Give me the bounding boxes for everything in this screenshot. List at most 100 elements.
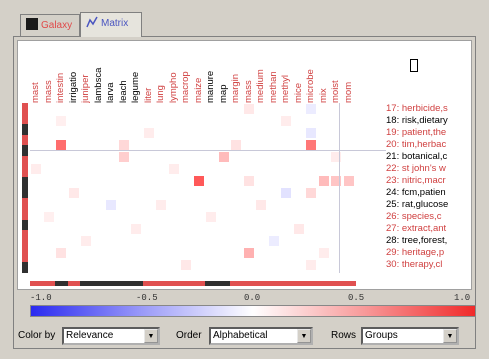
column-label[interactable]: legume xyxy=(131,45,141,103)
matrix-cell[interactable] xyxy=(43,212,54,222)
matrix-cell[interactable] xyxy=(318,176,329,186)
column-label[interactable]: medium xyxy=(256,45,266,103)
color-gradient-bar xyxy=(30,305,476,317)
rows-select[interactable]: Groups ▼ xyxy=(361,327,459,345)
row-group-segment xyxy=(22,134,28,146)
column-label[interactable]: lympho xyxy=(169,45,179,103)
column-group-segment xyxy=(317,281,331,286)
matrix-cell[interactable] xyxy=(293,224,304,234)
matrix-cell[interactable] xyxy=(143,128,154,138)
column-label[interactable]: margin xyxy=(231,45,241,103)
row-label[interactable]: 18: risk,dietary xyxy=(386,116,471,126)
matrix-cell[interactable] xyxy=(256,200,266,210)
row-group-segment xyxy=(22,124,28,135)
matrix-cells[interactable] xyxy=(30,103,386,273)
matrix-cell[interactable] xyxy=(118,140,129,150)
matrix-cell[interactable] xyxy=(193,176,204,186)
row-label[interactable]: 21: botanical,c xyxy=(386,152,471,162)
column-label[interactable]: moist xyxy=(331,45,341,103)
column-group-segment xyxy=(130,281,143,286)
row-label[interactable]: 28: tree,forest, xyxy=(386,236,471,246)
column-label[interactable]: manure xyxy=(206,45,216,103)
row-group-segment xyxy=(22,240,28,252)
column-label[interactable]: mice xyxy=(294,45,304,103)
row-label[interactable]: 30: therapy,cl xyxy=(386,260,471,270)
column-label[interactable]: larva xyxy=(106,45,116,103)
matrix-cell[interactable] xyxy=(118,152,129,162)
row-label[interactable]: 26: species,c xyxy=(386,212,471,222)
column-label[interactable]: juniper xyxy=(81,45,91,103)
row-label[interactable]: 23: nitric,macr xyxy=(386,176,471,186)
matrix-cell[interactable] xyxy=(106,200,116,210)
matrix-cell[interactable] xyxy=(156,200,166,210)
selection-box[interactable] xyxy=(410,59,418,72)
column-label[interactable]: methyl xyxy=(281,45,291,103)
tab-galaxy[interactable]: Galaxy xyxy=(20,14,80,36)
chevron-down-icon[interactable]: ▼ xyxy=(144,329,158,343)
order-select[interactable]: Alphabetical ▼ xyxy=(209,327,313,345)
color-by-select[interactable]: Relevance ▼ xyxy=(62,327,160,345)
row-label[interactable]: 29: heritage,p xyxy=(386,248,471,258)
matrix-cell[interactable] xyxy=(181,260,191,270)
matrix-cell[interactable] xyxy=(268,236,279,246)
matrix-cell[interactable] xyxy=(306,104,316,114)
matrix-cell[interactable] xyxy=(81,236,91,246)
row-label[interactable]: 27: extract,ant xyxy=(386,224,471,234)
matrix-cell[interactable] xyxy=(131,224,141,234)
matrix-cell[interactable] xyxy=(243,248,254,258)
matrix-cell[interactable] xyxy=(343,176,354,186)
column-group-segment xyxy=(305,281,318,286)
matrix-cell[interactable] xyxy=(56,116,66,126)
matrix-cell[interactable] xyxy=(318,248,329,258)
matrix-cell[interactable] xyxy=(281,188,291,198)
matrix-cell[interactable] xyxy=(243,104,254,114)
row-label[interactable]: 25: rat,glucose xyxy=(386,200,471,210)
column-label[interactable]: methan xyxy=(269,45,279,103)
row-label[interactable]: 24: fcm,patien xyxy=(386,188,471,198)
matrix-cell[interactable] xyxy=(168,164,179,174)
column-label[interactable]: lung xyxy=(156,45,166,103)
legend-tick: 0.0 xyxy=(244,293,261,303)
matrix-view[interactable]: mast mass intestin irrigatio juniper lambsca l… xyxy=(17,40,472,290)
matrix-cell[interactable] xyxy=(243,176,254,186)
matrix-cell[interactable] xyxy=(306,188,316,198)
matrix-cell[interactable] xyxy=(56,140,66,150)
column-label[interactable]: liter xyxy=(144,45,154,103)
column-label[interactable]: irrigatio xyxy=(69,45,79,103)
column-label[interactable]: lambsca xyxy=(94,45,104,103)
column-label[interactable]: leach xyxy=(119,45,129,103)
row-group-segment xyxy=(22,113,28,125)
column-label[interactable]: maize xyxy=(194,45,204,103)
matrix-cell[interactable] xyxy=(206,212,216,222)
column-label[interactable]: macrop xyxy=(181,45,191,103)
chevron-down-icon[interactable]: ▼ xyxy=(297,329,311,343)
column-group-segment xyxy=(67,281,81,286)
tab-matrix[interactable]: Matrix xyxy=(80,12,142,37)
column-label[interactable]: mast xyxy=(31,45,41,103)
row-label[interactable]: 19: patient,the xyxy=(386,128,471,138)
row-label[interactable]: 17: herbicide,s xyxy=(386,104,471,114)
column-group-segment xyxy=(292,281,306,286)
row-group-segment xyxy=(22,209,28,220)
column-label[interactable]: map xyxy=(219,45,229,103)
chevron-down-icon[interactable]: ▼ xyxy=(443,329,457,343)
matrix-cell[interactable] xyxy=(306,260,316,270)
crosshair-vertical xyxy=(339,103,340,273)
column-label[interactable]: intestin xyxy=(56,45,66,103)
matrix-cell[interactable] xyxy=(306,128,316,138)
matrix-cell[interactable] xyxy=(56,248,66,258)
column-label[interactable]: mom xyxy=(344,45,354,103)
matrix-cell[interactable] xyxy=(306,140,316,150)
matrix-cell[interactable] xyxy=(281,116,291,126)
column-label[interactable]: mix xyxy=(319,45,329,103)
matrix-cell[interactable] xyxy=(31,164,41,174)
matrix-cell[interactable] xyxy=(68,188,79,198)
matrix-cell[interactable] xyxy=(231,140,241,150)
column-label[interactable]: mass xyxy=(44,45,54,103)
matrix-window: Galaxy Matrix mast mass intestin irrigatio j… xyxy=(0,0,489,359)
row-label[interactable]: 20: tim,herbac xyxy=(386,140,471,150)
column-label[interactable]: microbe xyxy=(306,45,316,103)
row-label[interactable]: 22: st john's w xyxy=(386,164,471,174)
matrix-cell[interactable] xyxy=(218,152,229,162)
column-label[interactable]: mass xyxy=(244,45,254,103)
